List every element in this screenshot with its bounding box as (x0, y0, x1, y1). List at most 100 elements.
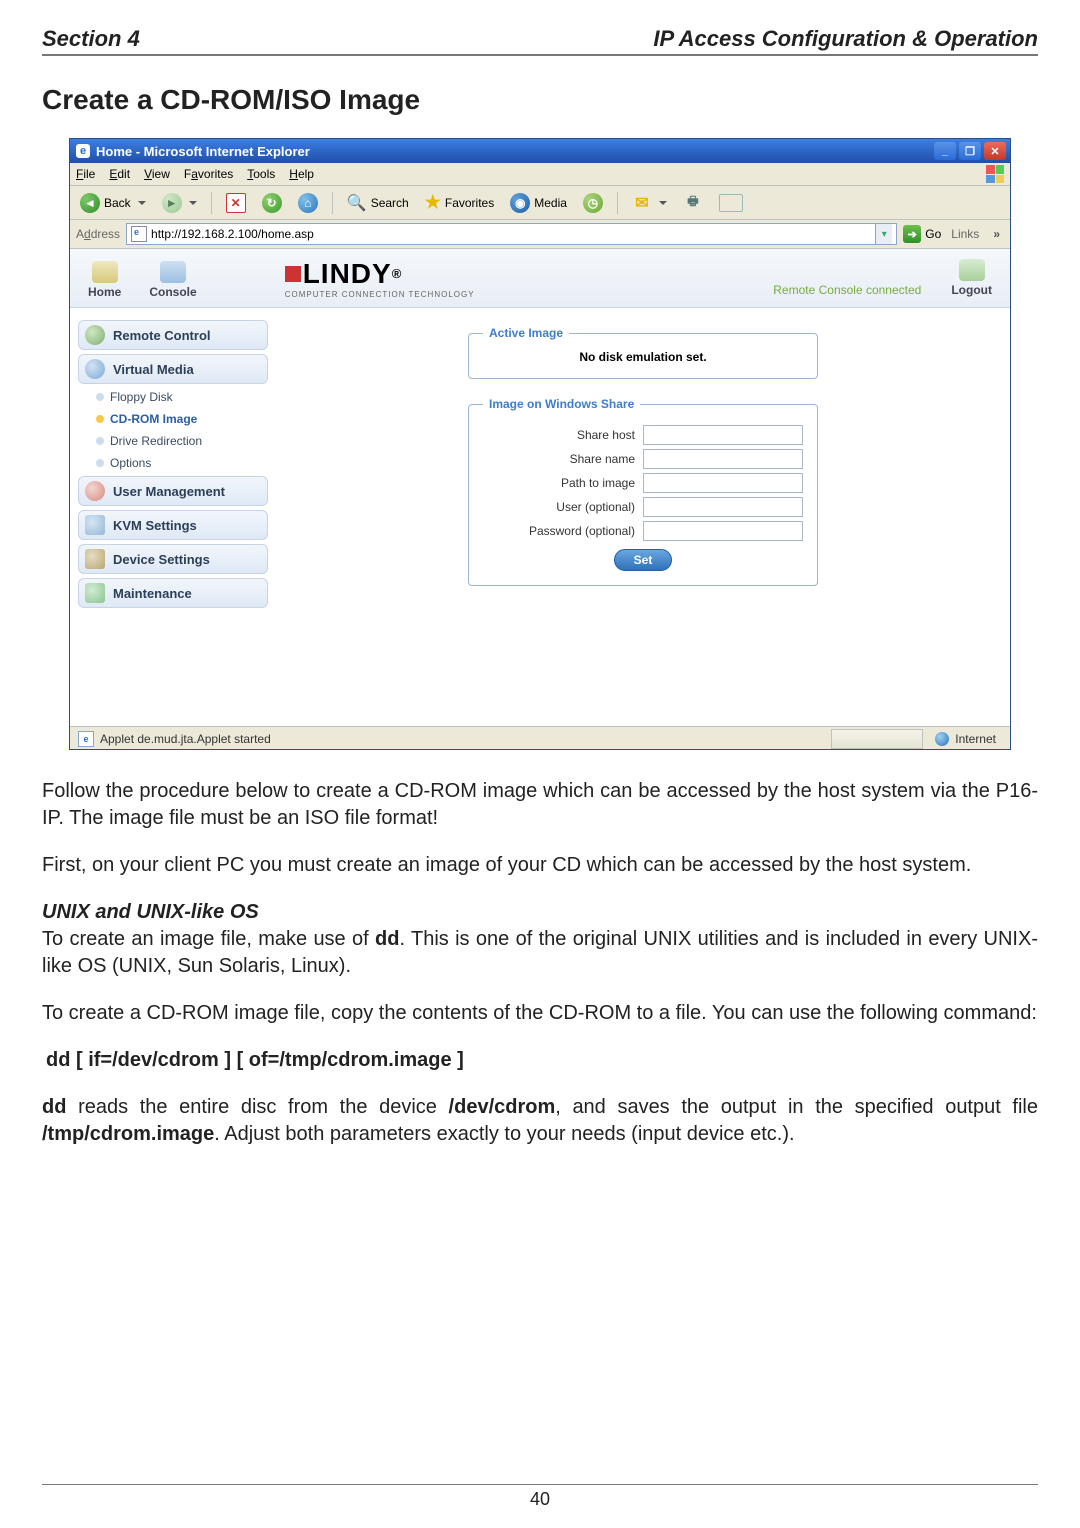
logout-button[interactable]: Logout (951, 259, 992, 297)
page-title: Create a CD-ROM/ISO Image (42, 84, 1038, 116)
window-title: Home - Microsoft Internet Explorer (96, 144, 310, 159)
edit-button[interactable] (715, 192, 747, 214)
menu-edit[interactable]: Edit (109, 167, 130, 181)
sidebar-label: User Management (113, 484, 225, 499)
sidebar-sub-options[interactable]: Options (78, 454, 268, 472)
sidebar-item-kvm-settings[interactable]: KVM Settings (78, 510, 268, 540)
print-icon: 🖶 (683, 193, 703, 213)
sidebar-label: Virtual Media (113, 362, 194, 377)
section-right: IP Access Configuration & Operation (653, 26, 1038, 52)
sidebar-item-device-settings[interactable]: Device Settings (78, 544, 268, 574)
windows-logo-icon (986, 165, 1004, 183)
home-button[interactable]: ⌂ (294, 191, 322, 215)
edit-icon (719, 194, 743, 212)
menu-help[interactable]: Help (289, 167, 314, 181)
home-icon: ⌂ (298, 193, 318, 213)
paragraph-3: To create an image file, make use of dd.… (42, 926, 1038, 980)
refresh-button[interactable]: ↻ (258, 191, 286, 215)
sidebar: Remote Control Virtual Media Floppy Disk… (70, 308, 276, 726)
chevrons-icon[interactable]: » (989, 227, 1004, 241)
forward-button[interactable]: ► (158, 191, 201, 215)
media-icon: ◉ (510, 193, 530, 213)
path-to-image-label: Path to image (561, 476, 635, 490)
history-button[interactable]: ◷ (579, 191, 607, 215)
favorites-label: Favorites (445, 196, 494, 210)
console-label: Console (149, 285, 196, 299)
home-header-icon (92, 261, 118, 283)
console-icon (160, 261, 186, 283)
back-button[interactable]: ◄ Back (76, 191, 150, 215)
path-to-image-input[interactable] (643, 473, 803, 493)
media-button[interactable]: ◉ Media (506, 191, 571, 215)
maintenance-icon (85, 583, 105, 603)
no-emulation-text: No disk emulation set. (483, 350, 803, 364)
address-label: Address (76, 227, 120, 241)
forward-icon: ► (162, 193, 182, 213)
mail-icon: ✉ (632, 193, 652, 213)
app-console-button[interactable]: Console (149, 261, 196, 299)
stop-icon: ✕ (226, 193, 246, 213)
applet-icon: e (78, 731, 94, 747)
go-icon: ➔ (903, 225, 921, 243)
zone-label: Internet (955, 732, 996, 746)
links-label[interactable]: Links (947, 227, 983, 241)
section-header: Section 4 IP Access Configuration & Oper… (42, 26, 1038, 56)
app-home-button[interactable]: Home (88, 261, 121, 299)
menu-tools[interactable]: Tools (247, 167, 275, 181)
sidebar-sub-floppy-disk[interactable]: Floppy Disk (78, 388, 268, 406)
app-header: Home Console LINDY® COMPUTER CONNECTION … (70, 249, 1010, 308)
page-icon (131, 226, 147, 242)
sidebar-sub-drive-redirection[interactable]: Drive Redirection (78, 432, 268, 450)
sidebar-item-maintenance[interactable]: Maintenance (78, 578, 268, 608)
share-host-input[interactable] (643, 425, 803, 445)
close-button[interactable]: ✕ (984, 142, 1006, 160)
search-label: Search (371, 196, 409, 210)
address-dropdown-icon[interactable]: ▾ (875, 224, 892, 244)
app-content: Home Console LINDY® COMPUTER CONNECTION … (70, 249, 1010, 749)
sidebar-item-virtual-media[interactable]: Virtual Media (78, 354, 268, 384)
sidebar-label: Device Settings (113, 552, 210, 567)
share-name-label: Share name (570, 452, 635, 466)
back-label: Back (104, 196, 131, 210)
dd-command: dd [ if=/dev/cdrom ] [ of=/tmp/cdrom.ima… (46, 1047, 1038, 1074)
maximize-button[interactable]: ❐ (959, 142, 981, 160)
sidebar-sub-cdrom-image[interactable]: CD-ROM Image (78, 410, 268, 428)
sidebar-item-remote-control[interactable]: Remote Control (78, 320, 268, 350)
password-optional-input[interactable] (643, 521, 803, 541)
refresh-icon: ↻ (262, 193, 282, 213)
windows-share-fieldset: Image on Windows Share Share host Share … (468, 397, 818, 586)
sidebar-sub-label: Floppy Disk (110, 390, 173, 404)
menu-favorites[interactable]: Favorites (184, 167, 233, 181)
logout-label: Logout (951, 283, 992, 297)
paragraph-2: First, on your client PC you must create… (42, 852, 1038, 879)
remote-control-icon (85, 325, 105, 345)
set-button[interactable]: Set (614, 549, 672, 571)
sidebar-label: Remote Control (113, 328, 211, 343)
paragraph-1: Follow the procedure below to create a C… (42, 778, 1038, 832)
mail-button[interactable]: ✉ (628, 191, 671, 215)
share-host-label: Share host (577, 428, 635, 442)
active-image-legend: Active Image (483, 326, 569, 340)
minimize-button[interactable]: _ (934, 142, 956, 160)
print-button[interactable]: 🖶 (679, 191, 707, 215)
menu-file[interactable]: File (76, 167, 95, 181)
go-button[interactable]: ➔ Go (903, 225, 941, 243)
paragraph-5: dd reads the entire disc from the device… (42, 1094, 1038, 1148)
address-input[interactable]: http://192.168.2.100/home.asp ▾ (126, 223, 897, 245)
password-optional-label: Password (optional) (529, 524, 635, 538)
stop-button[interactable]: ✕ (222, 191, 250, 215)
active-image-fieldset: Active Image No disk emulation set. (468, 326, 818, 379)
search-icon: 🔍 (347, 193, 367, 213)
menu-view[interactable]: View (144, 167, 170, 181)
section-left: Section 4 (42, 26, 140, 52)
favorites-button[interactable]: ★ Favorites (421, 190, 499, 215)
windows-share-legend: Image on Windows Share (483, 397, 640, 411)
kvm-settings-icon (85, 515, 105, 535)
search-button[interactable]: 🔍 Search (343, 191, 413, 215)
device-settings-icon (85, 549, 105, 569)
sidebar-item-user-management[interactable]: User Management (78, 476, 268, 506)
share-name-input[interactable] (643, 449, 803, 469)
user-optional-input[interactable] (643, 497, 803, 517)
ie-window: e Home - Microsoft Internet Explorer _ ❐… (69, 138, 1011, 750)
sidebar-label: KVM Settings (113, 518, 197, 533)
